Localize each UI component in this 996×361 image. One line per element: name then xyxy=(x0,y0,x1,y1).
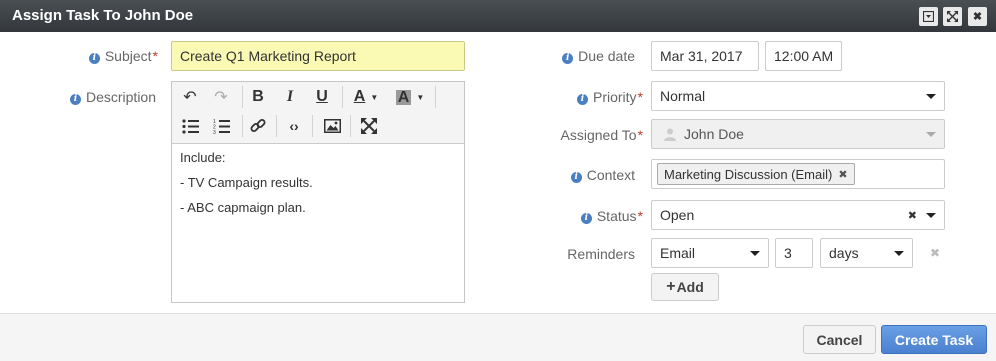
toolbar-divider xyxy=(312,115,313,137)
context-chip[interactable]: Marketing Discussion (Email) ✖ xyxy=(657,163,855,185)
info-icon: i xyxy=(562,53,574,64)
info-icon: i xyxy=(570,172,582,183)
bulleted-list-icon[interactable] xyxy=(179,115,201,137)
info-icon: i xyxy=(88,53,100,64)
create-task-button[interactable]: Create Task xyxy=(881,325,987,354)
chevron-down-icon xyxy=(926,94,936,99)
status-select[interactable]: Open ✖ xyxy=(651,200,945,230)
clear-icon[interactable]: ✖ xyxy=(908,209,917,222)
toolbar-divider xyxy=(435,86,436,108)
reminders-label: Reminders xyxy=(567,246,635,262)
assign-task-dialog: Assign Task To John Doe ✖ i Subject* Crea… xyxy=(0,0,996,361)
editor-toolbar: ↶ ↷ B I U A ▼ A ▼ 123 ‹› xyxy=(172,82,464,144)
description-line: Include: xyxy=(180,150,226,165)
add-reminder-button[interactable]: + Add xyxy=(651,273,719,301)
info-icon: i xyxy=(576,94,588,105)
toolbar-divider xyxy=(350,115,351,137)
code-icon[interactable]: ‹› xyxy=(283,115,305,137)
info-icon: i xyxy=(69,94,81,105)
cancel-button[interactable]: Cancel xyxy=(803,325,876,354)
toolbar-divider xyxy=(342,86,343,108)
user-icon xyxy=(663,127,677,141)
dialog-footer: Cancel Create Task xyxy=(0,313,996,361)
close-icon[interactable]: ✖ xyxy=(968,7,987,26)
subject-input[interactable]: Create Q1 Marketing Report xyxy=(171,41,465,71)
fullscreen-icon[interactable] xyxy=(358,115,380,137)
assigned-to-label: Assigned To* xyxy=(560,127,643,143)
assigned-to-value: John Doe xyxy=(684,126,744,142)
context-input[interactable]: Marketing Discussion (Email) ✖ xyxy=(651,159,945,189)
toolbar-divider xyxy=(242,115,243,137)
bold-icon[interactable]: B xyxy=(247,86,269,108)
info-icon: i xyxy=(580,213,592,224)
description-content[interactable]: Include: - TV Campaign results. - ABC ca… xyxy=(172,144,464,231)
reminder-unit-value: days xyxy=(829,245,859,261)
priority-value: Normal xyxy=(660,88,706,104)
reminder-type-value: Email xyxy=(660,245,696,261)
description-editor[interactable]: ↶ ↷ B I U A ▼ A ▼ 123 ‹› Include: - TV C… xyxy=(171,81,465,303)
reminder-type-select[interactable]: Email xyxy=(651,238,769,268)
text-color-icon[interactable]: A ▼ xyxy=(349,86,383,108)
link-icon[interactable] xyxy=(247,115,269,137)
underline-icon[interactable]: U xyxy=(311,86,333,108)
chevron-down-icon xyxy=(894,251,904,256)
reminder-amount-input[interactable]: 3 xyxy=(775,238,813,268)
description-label: i Description xyxy=(69,89,156,105)
assigned-to-select[interactable]: John Doe xyxy=(651,119,945,149)
description-line: - TV Campaign results. xyxy=(180,175,313,190)
svg-text:3: 3 xyxy=(213,130,216,134)
due-date-label: i Due date xyxy=(562,48,635,64)
context-chip-label: Marketing Discussion (Email) xyxy=(664,166,833,182)
chevron-down-icon xyxy=(926,132,936,137)
undo-icon[interactable]: ↶ xyxy=(179,86,201,108)
context-label: i Context xyxy=(570,167,635,183)
remove-reminder-icon[interactable]: ✖ xyxy=(930,246,940,260)
expand-icon[interactable] xyxy=(943,7,962,26)
chevron-down-icon xyxy=(750,251,760,256)
toolbar-divider xyxy=(276,115,277,137)
subject-label: i Subject* xyxy=(88,48,158,64)
add-reminder-label: Add xyxy=(676,279,704,295)
background-color-icon[interactable]: A ▼ xyxy=(393,86,427,108)
chevron-down-icon xyxy=(926,213,936,218)
numbered-list-icon[interactable]: 123 xyxy=(210,115,232,137)
dialog-title-bar[interactable]: Assign Task To John Doe ✖ xyxy=(0,0,996,32)
redo-icon[interactable]: ↷ xyxy=(210,86,232,108)
image-icon[interactable] xyxy=(321,115,343,137)
status-value: Open xyxy=(660,207,695,223)
status-label: i Status* xyxy=(580,208,643,224)
due-date-input[interactable]: Mar 31, 2017 xyxy=(651,41,759,71)
priority-select[interactable]: Normal xyxy=(651,81,945,111)
reminder-unit-select[interactable]: days xyxy=(820,238,913,268)
plus-icon: + xyxy=(666,278,676,295)
dialog-title: Assign Task To John Doe xyxy=(12,7,194,24)
toolbar-divider xyxy=(242,86,243,108)
priority-label: i Priority* xyxy=(576,89,643,105)
italic-icon[interactable]: I xyxy=(279,86,301,108)
remove-chip-icon[interactable]: ✖ xyxy=(838,168,847,181)
minimize-icon[interactable] xyxy=(919,7,938,26)
description-line: - ABC capmaign plan. xyxy=(180,200,306,215)
due-time-input[interactable]: 12:00 AM xyxy=(765,41,842,71)
